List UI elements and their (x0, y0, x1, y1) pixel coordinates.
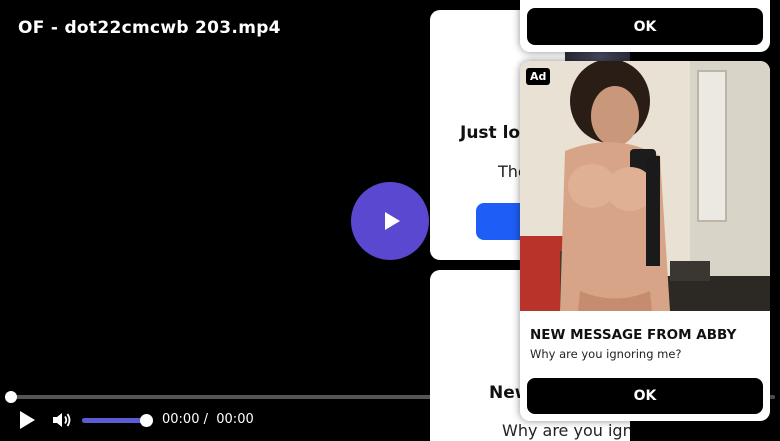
video-title: OF - dot22cmcwb 203.mp4 (18, 18, 281, 38)
ad-badge: Ad (526, 68, 551, 85)
ad-image[interactable]: Ad (520, 61, 770, 311)
ad-popup-top: OK (520, 0, 770, 52)
volume-icon[interactable] (52, 411, 72, 429)
volume-slider-fill (82, 418, 146, 423)
ad-message: Why are you ignoring me? (530, 347, 682, 361)
ad-photo (520, 61, 770, 311)
seek-bar-handle[interactable] (5, 391, 17, 403)
play-icon (384, 212, 400, 230)
ad-popup: Ad NEW MESSAGE FROM ABBY Why are you ign… (520, 61, 770, 421)
big-play-button[interactable] (351, 182, 429, 260)
ok-button[interactable]: OK (527, 8, 763, 45)
current-time: 00:00 (162, 412, 200, 427)
duration: 00:00 (216, 412, 254, 427)
ad-title: NEW MESSAGE FROM ABBY (530, 327, 737, 343)
play-icon[interactable] (18, 411, 36, 429)
volume-slider-handle[interactable] (140, 414, 153, 427)
volume-slider[interactable] (82, 414, 153, 427)
ok-button[interactable]: OK (527, 378, 763, 414)
time-display: 00:00 / 00:00 (162, 412, 254, 427)
card-text: Why are you ignoring me? (502, 421, 630, 440)
time-separator: / (203, 412, 208, 427)
